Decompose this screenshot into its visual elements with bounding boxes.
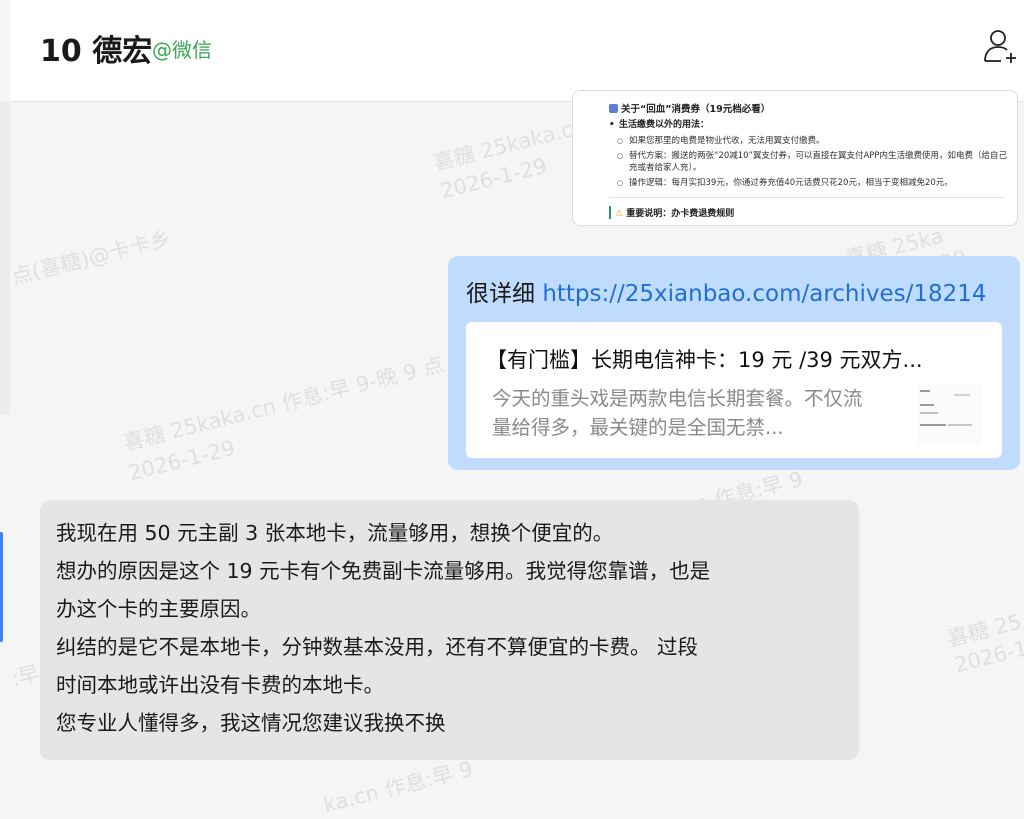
- image-message[interactable]: 关于“回血”消费券（19元档必看） 生活缴费以外的用法： 如果您那里的电费是物业…: [572, 90, 1018, 226]
- incoming-line: 办这个卡的主要原因。: [56, 597, 261, 621]
- selection-indicator: [0, 532, 3, 642]
- link-preview-card[interactable]: 【有门槛】长期电信神卡：19 元 /39 元双方... 今天的重头戏是两款电信长…: [466, 322, 1002, 458]
- thumb-mark: [948, 424, 972, 426]
- incoming-line: 您专业人懂得多，我这情况您建议我换不换: [56, 711, 446, 735]
- screenshot-note-text: 重要说明：办卡费退费规则: [626, 209, 735, 219]
- incoming-message[interactable]: 我现在用 50 元主副 3 张本地卡，流量够用，想换个便宜的。 想办的原因是这个…: [40, 500, 859, 760]
- chat-header: 10 德宏 @微信: [10, 0, 1024, 102]
- link-preview-thumbnail: [918, 384, 982, 446]
- watermark: ka.cn 作息:早 9: [320, 756, 476, 818]
- watermark: 喜糖 25: [944, 609, 1024, 652]
- watermark: 2026-1-29: [126, 435, 238, 486]
- watermark: :早: [8, 661, 43, 692]
- contact-source: @微信: [152, 38, 212, 62]
- incoming-line: 想办的原因是这个 19 元卡有个免费副卡流量够用。我觉得您靠谱，也是: [56, 559, 711, 583]
- screenshot-bullet: 生活缴费以外的用法：: [609, 119, 1009, 132]
- watermark: 2026-1-29: [438, 153, 550, 204]
- incoming-line: 时间本地或许出没有卡费的本地卡。: [56, 673, 384, 697]
- screenshot-title: 关于“回血”消费券（19元档必看）: [609, 101, 1009, 115]
- screenshot-item: 替代方案：搬送的两张“20减10”翼支付券，可以直接在翼支付APP内生活缴费使用…: [609, 150, 1009, 174]
- incoming-line: 我现在用 50 元主副 3 张本地卡，流量够用，想换个便宜的。: [56, 521, 614, 545]
- warning-icon: ⚠: [615, 209, 624, 219]
- link-preview-title: 【有门槛】长期电信神卡：19 元 /39 元双方...: [486, 348, 923, 372]
- link-preview-description: 今天的重头戏是两款电信长期套餐。不仅流量给得多，最关键的是全国无禁...: [492, 387, 863, 439]
- add-contact-icon[interactable]: [982, 28, 1018, 64]
- screenshot-content: 关于“回血”消费券（19元档必看） 生活缴费以外的用法： 如果您那里的电费是物业…: [609, 101, 1009, 219]
- watermark: 喜糖 25kaka.cn 作息:早 9-晚 9 点: [120, 352, 447, 456]
- thumb-mark: [920, 412, 938, 414]
- screenshot-item: 操作逻辑：每月实扣39元，你通过券充值40元话费只花20元，相当于变相减免20元…: [609, 177, 1009, 189]
- screenshot-item: 如果您那里的电费是物业代收，无法用翼支付缴费。: [609, 135, 1009, 147]
- watermark: 2026-1: [952, 636, 1024, 678]
- watermark: 喜糖 25kaka.c: [430, 117, 576, 176]
- outgoing-message[interactable]: 很详细 https://25xianbao.com/archives/18214…: [448, 256, 1020, 470]
- watermark: 点(喜糖)@卡卡乡: [8, 226, 174, 290]
- incoming-line: 纠结的是它不是本地卡，分钟数基本没用，还有不算便宜的卡费。 过段: [56, 635, 699, 659]
- outgoing-prefix: 很详细: [466, 281, 543, 307]
- thumb-mark: [920, 390, 930, 392]
- info-icon: [609, 104, 618, 113]
- screenshot-divider: [609, 197, 1005, 198]
- left-rail: [0, 102, 10, 415]
- screenshot-note: ⚠ 重要说明：办卡费退费规则: [609, 206, 1009, 219]
- thumb-mark: [954, 394, 970, 396]
- thumb-mark: [920, 424, 946, 426]
- outgoing-link[interactable]: https://25xianbao.com/archives/18214: [542, 281, 986, 307]
- outgoing-text: 很详细 https://25xianbao.com/archives/18214: [466, 274, 987, 308]
- contact-name: 10 德宏: [40, 34, 153, 69]
- thumb-mark: [920, 404, 934, 406]
- screenshot-title-text: 关于“回血”消费券（19元档必看）: [621, 104, 771, 115]
